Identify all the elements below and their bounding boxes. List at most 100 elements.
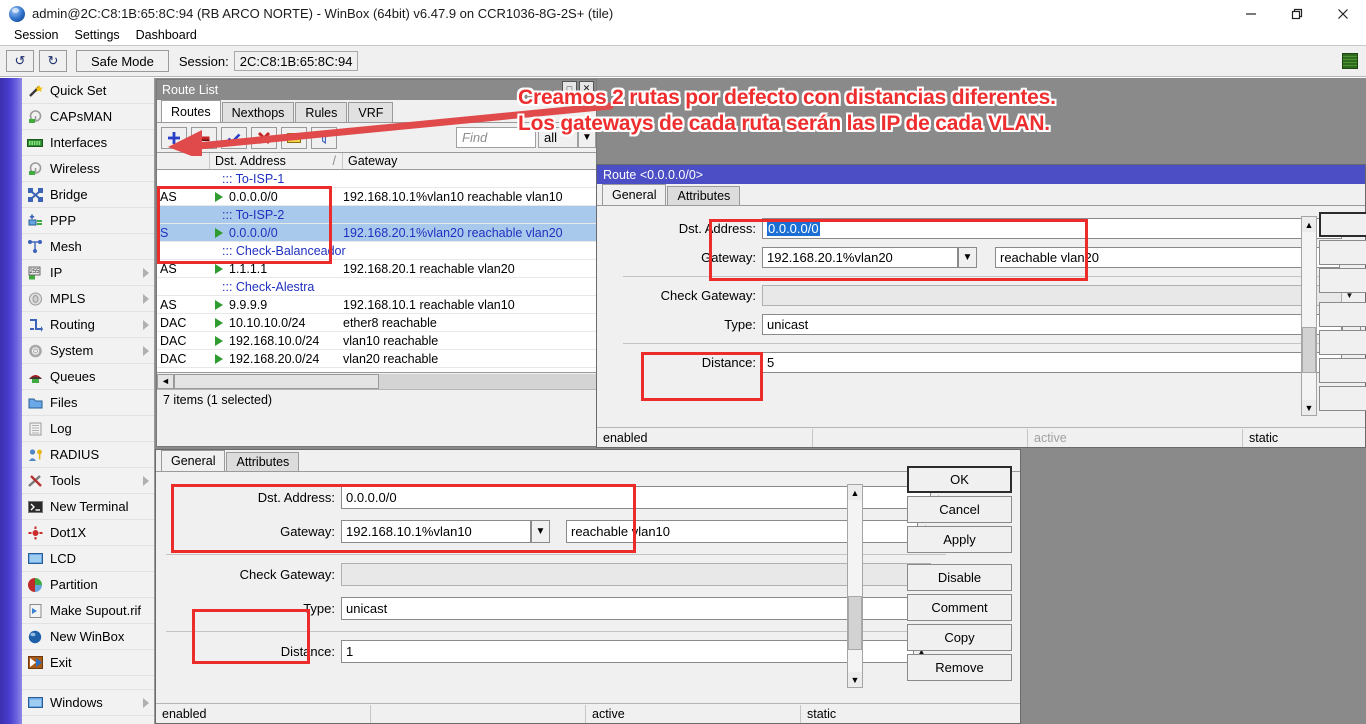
table-row[interactable]: ::: To-ISP-2 [157, 206, 596, 224]
sidebar-item-new-terminal[interactable]: New Terminal [22, 494, 155, 520]
comment-button[interactable]: Comment [907, 594, 1012, 621]
sidebar-item-mesh[interactable]: Mesh [22, 234, 155, 260]
scrollbar-track[interactable] [379, 374, 596, 389]
gateway-input[interactable]: 192.168.10.1%vlan10 [341, 520, 531, 543]
table-row[interactable]: S 0.0.0.0/0 192.168.20.1%vlan20 reachabl… [157, 224, 596, 242]
menu-dashboard[interactable]: Dashboard [128, 27, 205, 43]
remove-button[interactable]: Remove [907, 654, 1012, 681]
cancel-button[interactable] [1319, 240, 1366, 265]
sidebar-item-exit[interactable]: Exit [22, 650, 155, 676]
minimize-button[interactable] [1228, 0, 1274, 27]
remove-icon[interactable] [191, 127, 217, 149]
table-row[interactable]: DAC 10.10.10.0/24 ether8 reachable [157, 314, 596, 332]
tab-nexthops[interactable]: Nexthops [222, 102, 295, 122]
sidebar-item-windows[interactable]: Windows [22, 690, 155, 716]
scroll-up-icon[interactable]: ▲ [848, 485, 862, 500]
distance-input[interactable]: 1 [341, 640, 914, 663]
check-gateway-input[interactable] [341, 563, 931, 586]
dst-address-input[interactable]: 0.0.0.0/0 [341, 486, 931, 509]
sidebar-item-routing[interactable]: Routing [22, 312, 155, 338]
copy-button[interactable] [1319, 358, 1366, 383]
sidebar-item-tools[interactable]: Tools [22, 468, 155, 494]
type-input[interactable]: unicast [341, 597, 914, 620]
comment-icon[interactable] [281, 127, 307, 149]
table-row[interactable]: ::: Check-Alestra [157, 278, 596, 296]
sidebar-item-lcd[interactable]: LCD [22, 546, 155, 572]
redo-icon[interactable]: ↻ [39, 50, 67, 72]
column-dst-address[interactable]: Dst. Address / [210, 153, 343, 169]
sidebar-item-capsman[interactable]: CAPsMAN [22, 104, 155, 130]
table-row[interactable]: DAC 192.168.10.0/24 vlan10 reachable [157, 332, 596, 350]
scrollbar-track[interactable] [1302, 232, 1316, 400]
sidebar-item-ip[interactable]: 255 IP [22, 260, 155, 286]
sidebar-item-interfaces[interactable]: Interfaces [22, 130, 155, 156]
filter-icon[interactable] [311, 127, 337, 149]
dst-address-input[interactable]: 0.0.0.0/0 [762, 218, 1342, 239]
type-input[interactable]: unicast [762, 314, 1342, 335]
table-row[interactable]: ::: Check-Balanceador [157, 242, 596, 260]
sidebar-item-make-supout[interactable]: Make Supout.rif [22, 598, 155, 624]
route-list-horizontal-scrollbar[interactable]: ◄ [157, 372, 596, 389]
remove-button[interactable] [1319, 386, 1366, 411]
scroll-down-icon[interactable]: ▼ [1302, 400, 1316, 415]
gateway-input[interactable]: 192.168.20.1%vlan20 [762, 247, 958, 268]
safe-mode-button[interactable]: Safe Mode [76, 50, 169, 72]
scroll-up-icon[interactable]: ▲ [1302, 217, 1316, 232]
scroll-left-icon[interactable]: ◄ [157, 374, 174, 389]
ok-button[interactable]: OK [907, 466, 1012, 493]
tab-routes[interactable]: Routes [161, 100, 221, 122]
disable-button[interactable]: Disable [907, 564, 1012, 591]
apply-button[interactable] [1319, 268, 1366, 293]
add-icon[interactable] [161, 127, 187, 149]
sidebar-item-log[interactable]: Log [22, 416, 155, 442]
apply-button[interactable]: Apply [907, 526, 1012, 553]
comment-button[interactable] [1319, 330, 1366, 355]
scrollbar-thumb[interactable] [1302, 327, 1316, 373]
menu-settings[interactable]: Settings [66, 27, 127, 43]
close-button[interactable] [1320, 0, 1366, 27]
copy-button[interactable]: Copy [907, 624, 1012, 651]
sidebar-item-wireless[interactable]: Wireless [22, 156, 155, 182]
ok-button[interactable] [1319, 212, 1366, 237]
scrollbar-thumb[interactable] [174, 374, 379, 389]
sidebar-item-system[interactable]: System [22, 338, 155, 364]
sidebar-item-quick-set[interactable]: Quick Set [22, 78, 155, 104]
scrollbar-thumb[interactable] [848, 596, 862, 650]
table-row[interactable]: AS 9.9.9.9 192.168.10.1 reachable vlan10 [157, 296, 596, 314]
maximize-button[interactable] [1274, 0, 1320, 27]
tab-rules[interactable]: Rules [295, 102, 347, 122]
distance-input[interactable]: 5 [762, 352, 1342, 373]
table-row[interactable]: ::: To-ISP-1 [157, 170, 596, 188]
sidebar-item-bridge[interactable]: Bridge [22, 182, 155, 208]
column-gateway[interactable]: Gateway [343, 153, 596, 169]
scrollbar-track[interactable] [848, 500, 862, 672]
tab-general[interactable]: General [602, 184, 666, 205]
disable-icon[interactable] [251, 127, 277, 149]
table-row[interactable]: DAC 192.168.20.0/24 vlan20 reachable [157, 350, 596, 368]
sidebar-item-mpls[interactable]: MPLS [22, 286, 155, 312]
scroll-down-icon[interactable]: ▼ [848, 672, 862, 687]
sidebar-item-radius[interactable]: RADIUS [22, 442, 155, 468]
sidebar-item-partition[interactable]: Partition [22, 572, 155, 598]
sidebar-item-new-winbox[interactable]: New WinBox [22, 624, 155, 650]
gateway-dropdown-icon[interactable]: ▼ [531, 520, 550, 543]
gateway-dropdown-icon[interactable]: ▼ [958, 247, 977, 268]
enable-icon[interactable] [221, 127, 247, 149]
table-row[interactable]: AS 0.0.0.0/0 192.168.10.1%vlan10 reachab… [157, 188, 596, 206]
menu-session[interactable]: Session [6, 27, 66, 43]
route-dialog-top-vertical-scrollbar[interactable]: ▲ ▼ [1301, 216, 1317, 416]
check-gateway-input[interactable] [762, 285, 1342, 306]
tab-vrf[interactable]: VRF [348, 102, 393, 122]
cancel-button[interactable]: Cancel [907, 496, 1012, 523]
disable-button[interactable] [1319, 302, 1366, 327]
sidebar-item-dot1x[interactable]: Dot1X [22, 520, 155, 546]
table-row[interactable]: AS 1.1.1.1 192.168.20.1 reachable vlan20 [157, 260, 596, 278]
tab-attributes[interactable]: Attributes [226, 452, 299, 471]
sidebar-item-ppp[interactable]: PPP [22, 208, 155, 234]
sidebar-item-queues[interactable]: Queues [22, 364, 155, 390]
undo-icon[interactable]: ↺ [6, 50, 34, 72]
tab-general[interactable]: General [161, 450, 225, 471]
sidebar-item-files[interactable]: Files [22, 390, 155, 416]
route-dialog-bottom-vertical-scrollbar[interactable]: ▲ ▼ [847, 484, 863, 688]
tab-attributes[interactable]: Attributes [667, 186, 740, 205]
